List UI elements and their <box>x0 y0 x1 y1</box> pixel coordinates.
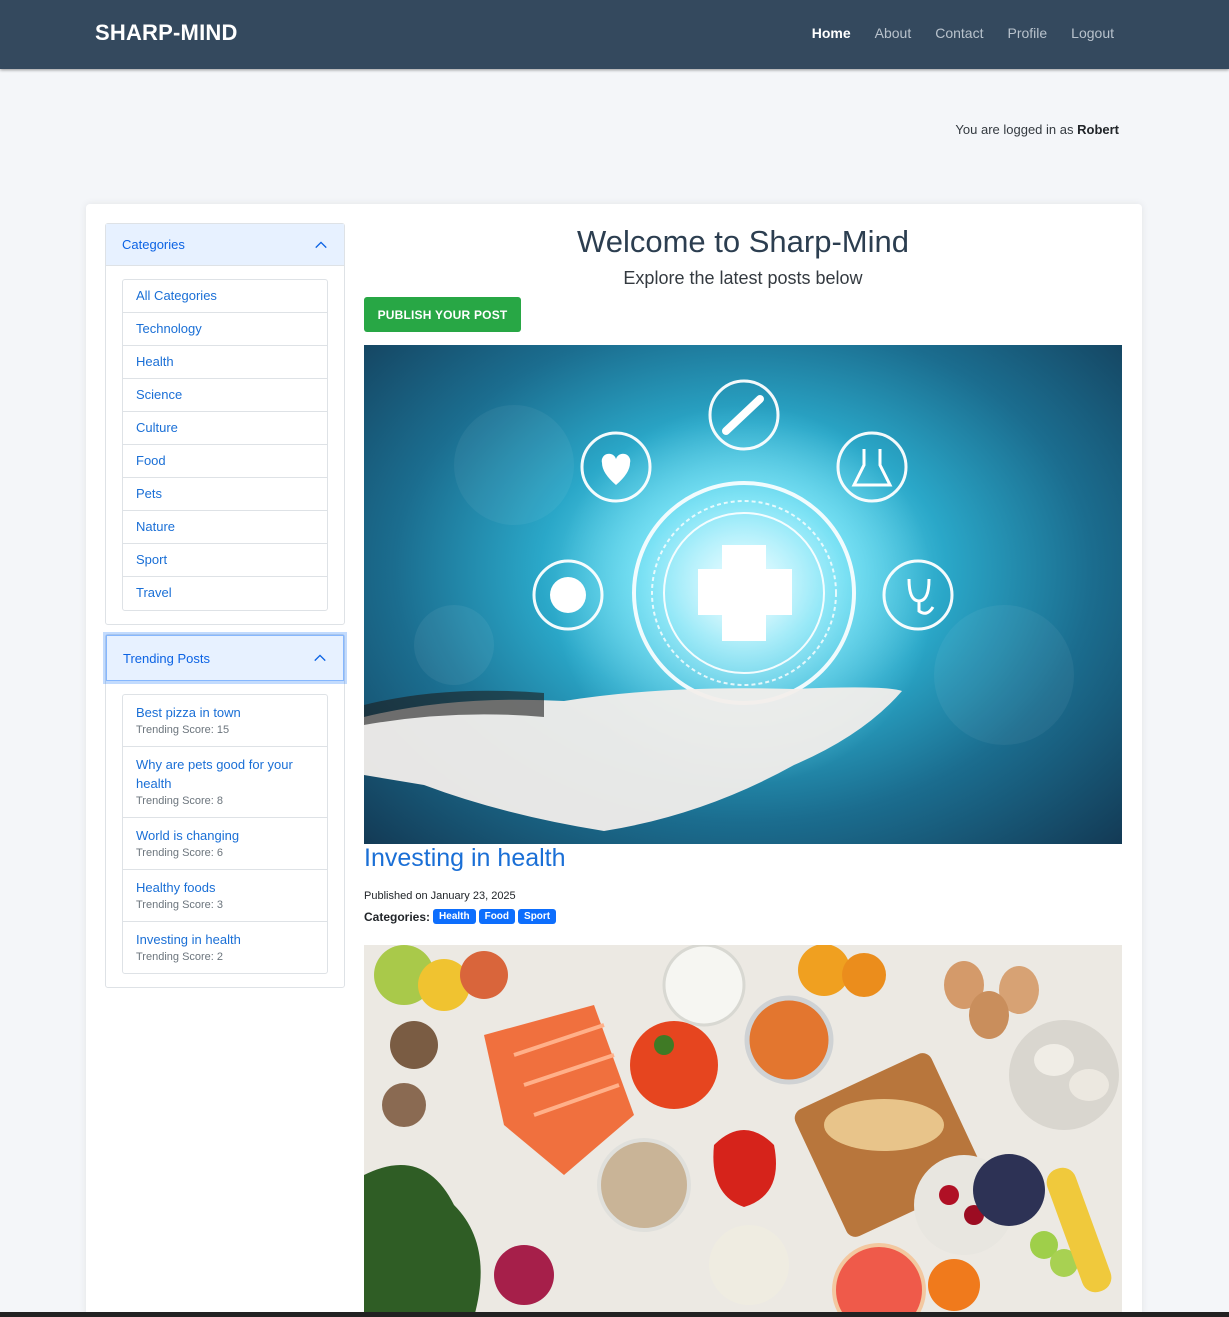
trending-post-title: World is changing <box>136 828 240 843</box>
category-badge-food[interactable]: Food <box>478 909 516 924</box>
top-navbar: SHARP-MIND Home About Contact Profile Lo… <box>0 0 1229 69</box>
category-technology[interactable]: Technology <box>123 313 327 346</box>
category-nature[interactable]: Nature <box>123 511 327 544</box>
category-badge-health[interactable]: Health <box>433 909 476 924</box>
main-container: Categories All Categories Technology Hea… <box>86 204 1142 1317</box>
trending-accordion: Trending Posts Best pizza in town Trendi… <box>105 634 345 988</box>
trending-list: Best pizza in town Trending Score: 15 Wh… <box>122 694 328 974</box>
trending-post[interactable]: Best pizza in town Trending Score: 15 <box>123 695 327 747</box>
post-categories-label: Categories: <box>364 909 431 924</box>
categories-accordion: Categories All Categories Technology Hea… <box>105 223 345 625</box>
nav-contact[interactable]: Contact <box>935 25 983 41</box>
trending-post[interactable]: World is changing Trending Score: 6 <box>123 818 327 870</box>
trending-header-label: Trending Posts <box>123 650 210 666</box>
nav-about[interactable]: About <box>875 25 912 41</box>
category-culture[interactable]: Culture <box>123 412 327 445</box>
trending-score: Trending Score: 8 <box>136 795 224 807</box>
trending-post-title: Healthy foods <box>136 880 216 895</box>
trending-post-title: Best pizza in town <box>136 705 241 720</box>
post-image-health[interactable] <box>364 345 1122 844</box>
publish-post-button[interactable]: PUBLISH YOUR POST <box>364 297 521 332</box>
post-image-food[interactable] <box>364 945 1122 1317</box>
category-travel[interactable]: Travel <box>123 577 327 610</box>
trending-post[interactable]: Why are pets good for your health Trendi… <box>123 747 327 818</box>
trending-score: Trending Score: 2 <box>136 951 224 963</box>
brand-logo[interactable]: SHARP-MIND <box>95 20 238 46</box>
trending-score: Trending Score: 3 <box>136 899 224 911</box>
trending-post[interactable]: Investing in health Trending Score: 2 <box>123 922 327 973</box>
username: Robert <box>1077 122 1119 137</box>
food-illustration <box>364 945 1122 1317</box>
post-date: Published on January 23, 2025 <box>364 890 516 902</box>
category-badge-sport[interactable]: Sport <box>518 909 557 924</box>
category-sport[interactable]: Sport <box>123 544 327 577</box>
post-categories: Categories: Health Food Sport <box>364 909 557 924</box>
trending-post[interactable]: Healthy foods Trending Score: 3 <box>123 870 327 922</box>
categories-accordion-header[interactable]: Categories <box>106 224 344 266</box>
post-title-link[interactable]: Investing in health <box>364 844 566 873</box>
login-status: You are logged in as Robert <box>955 122 1119 137</box>
trending-post-title: Investing in health <box>136 932 241 947</box>
nav-links: Home About Contact Profile Logout <box>788 25 1114 41</box>
login-prefix: You are logged in as <box>955 122 1074 137</box>
trending-score: Trending Score: 15 <box>136 724 230 736</box>
trending-score: Trending Score: 6 <box>136 847 224 859</box>
category-pets[interactable]: Pets <box>123 478 327 511</box>
chevron-up-icon <box>314 654 326 662</box>
health-illustration <box>364 379 1074 831</box>
trending-accordion-header[interactable]: Trending Posts <box>106 635 344 681</box>
page-subtitle: Explore the latest posts below <box>623 268 863 288</box>
nav-profile[interactable]: Profile <box>1007 25 1047 41</box>
page-title: Welcome to Sharp-Mind <box>577 224 909 259</box>
category-food[interactable]: Food <box>123 445 327 478</box>
bottom-edge <box>0 1312 1229 1317</box>
category-all[interactable]: All Categories <box>123 280 327 313</box>
categories-list: All Categories Technology Health Science… <box>122 279 328 611</box>
category-health[interactable]: Health <box>123 346 327 379</box>
category-science[interactable]: Science <box>123 379 327 412</box>
categories-header-label: Categories <box>122 237 185 252</box>
chevron-up-icon <box>315 240 327 248</box>
nav-home[interactable]: Home <box>812 25 851 41</box>
nav-logout[interactable]: Logout <box>1071 25 1114 41</box>
trending-post-title: Why are pets good for your health <box>136 757 293 791</box>
